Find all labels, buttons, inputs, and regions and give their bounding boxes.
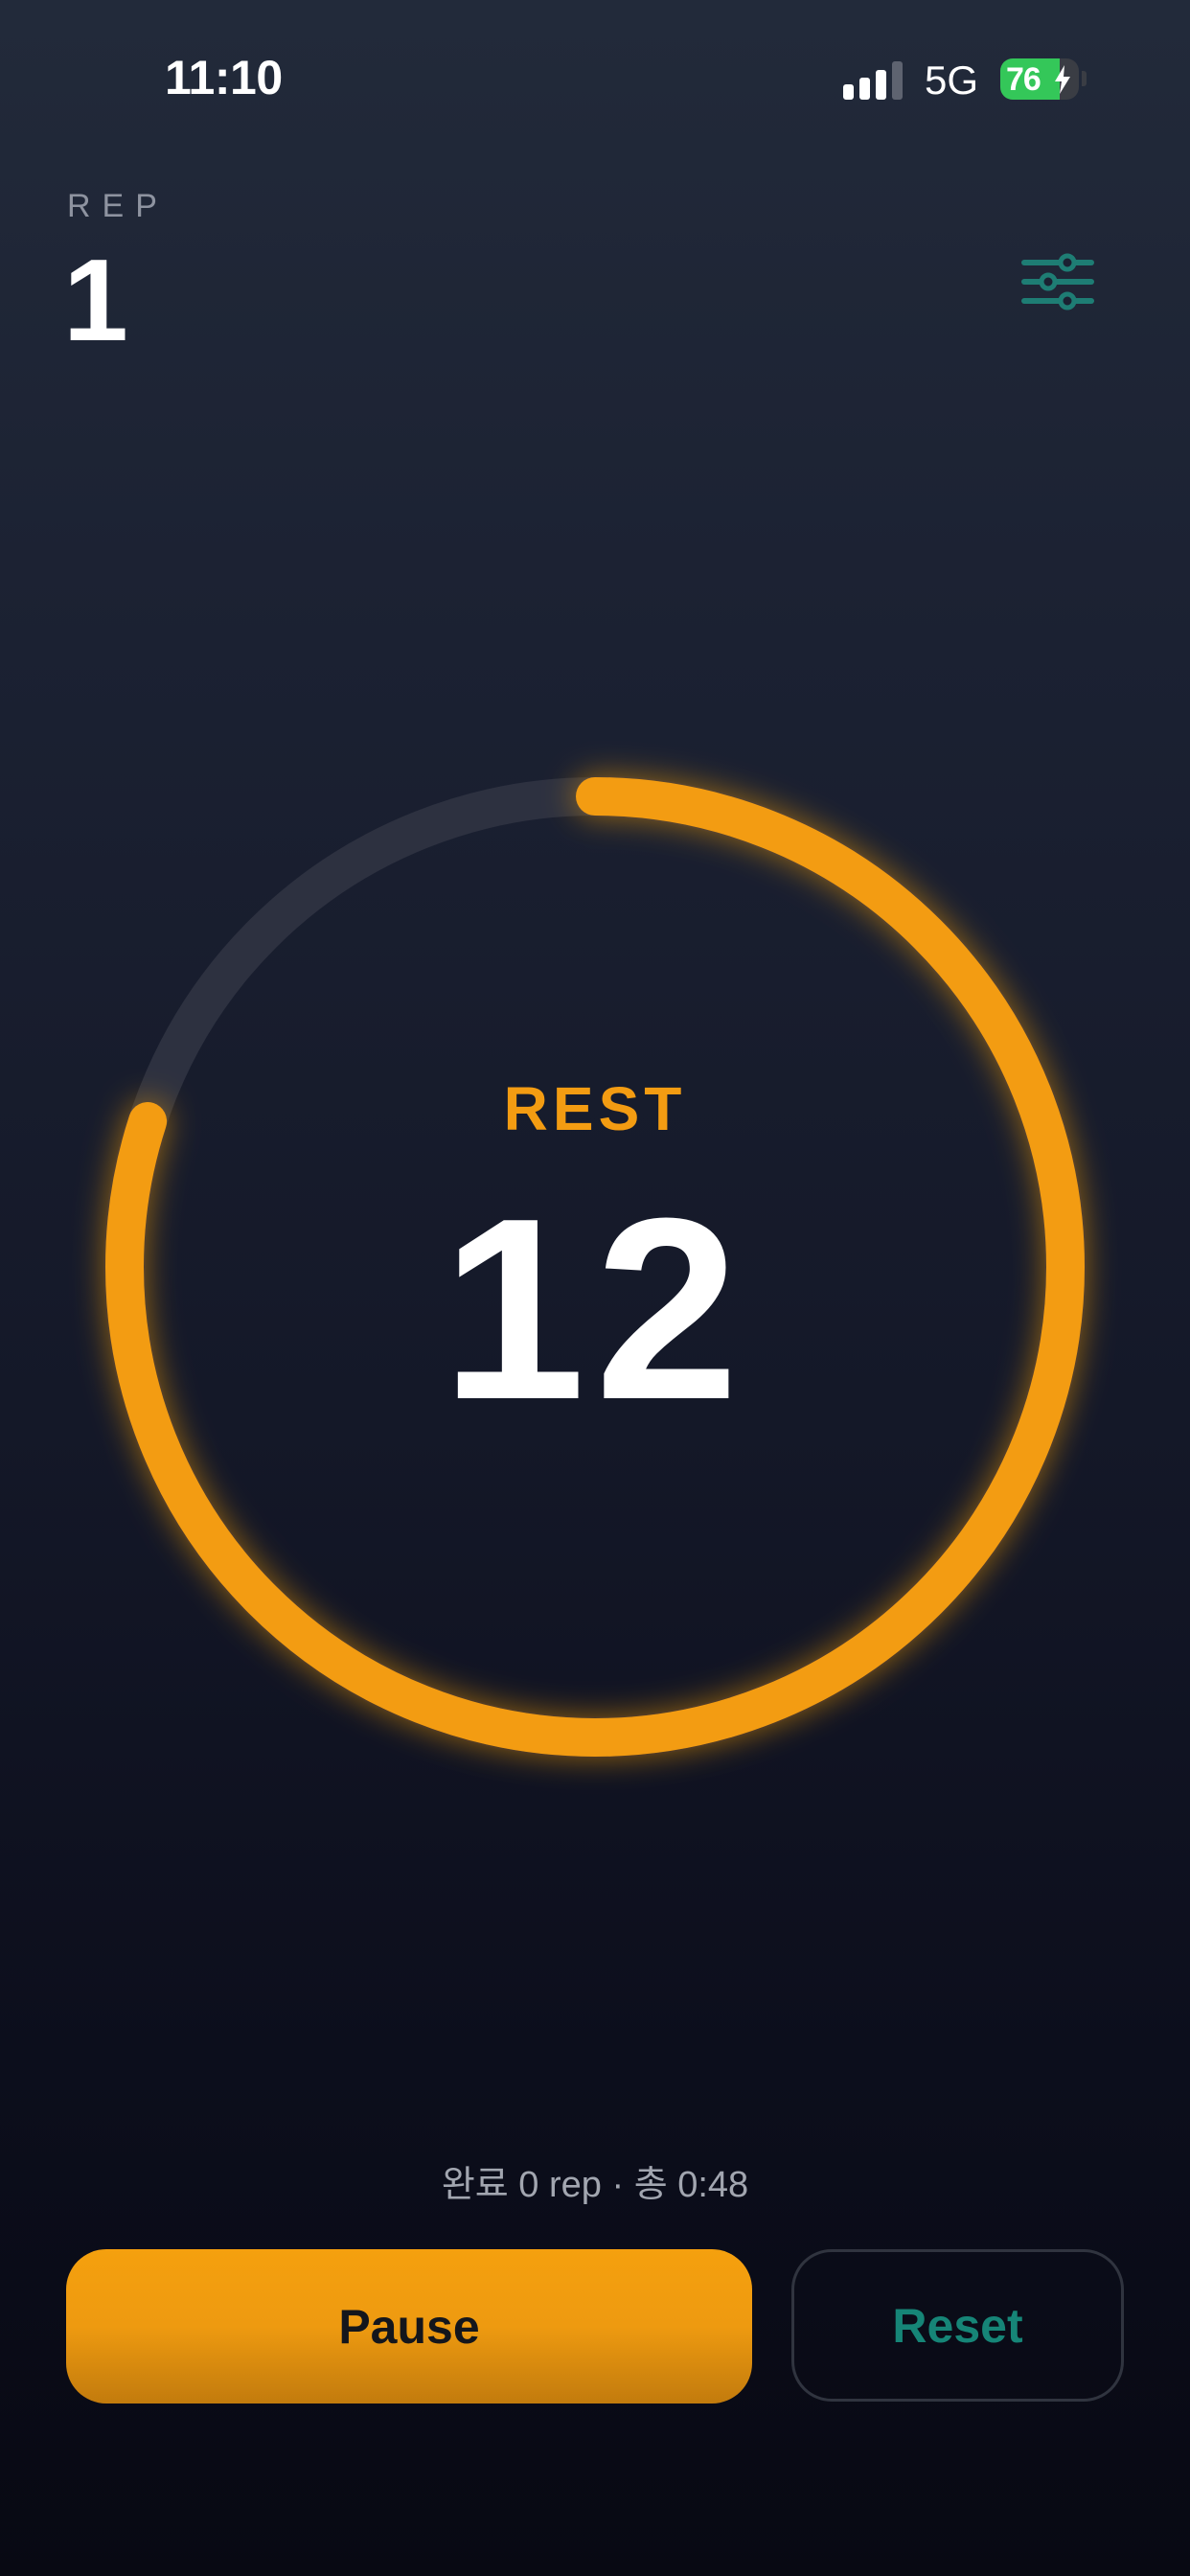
session-summary: 완료 0 rep · 총 0:48 xyxy=(441,2165,749,2205)
phase-label: REST xyxy=(503,1074,687,1143)
reset-button[interactable]: Reset xyxy=(791,2249,1124,2402)
pause-button[interactable]: Pause xyxy=(66,2249,752,2404)
countdown-seconds: 12 xyxy=(441,1165,749,1454)
